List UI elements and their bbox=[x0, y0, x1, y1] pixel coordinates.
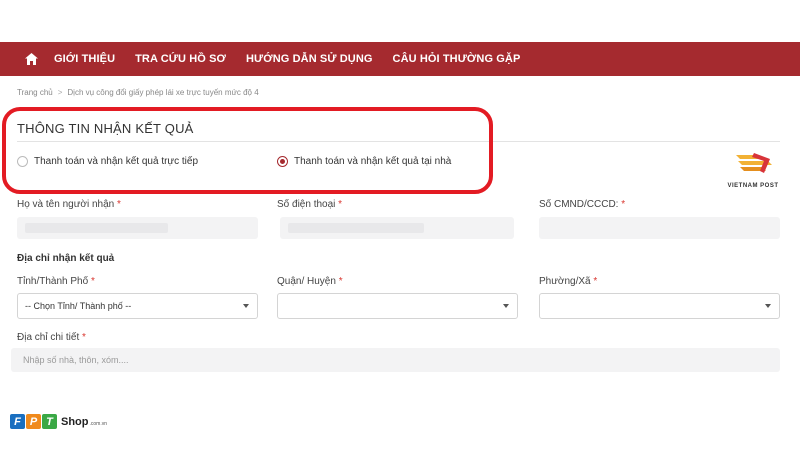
main-navbar: GIỚI THIỆU TRA CỨU HỒ SƠ HƯỚNG DẪN SỬ DỤ… bbox=[0, 42, 800, 76]
nav-item-gioi-thieu[interactable]: GIỚI THIỆU bbox=[54, 53, 115, 65]
nav-item-tra-cuu-ho-so[interactable]: TRA CỨU HỒ SƠ bbox=[135, 53, 226, 65]
district-label-text: Quận/ Huyện bbox=[277, 276, 336, 287]
nav-item-cau-hoi-thuong-gap[interactable]: CÂU HỎI THƯỜNG GẶP bbox=[393, 53, 521, 65]
address-heading: Địa chỉ nhận kết quả bbox=[17, 253, 115, 264]
ward-select[interactable] bbox=[539, 293, 780, 319]
breadcrumb: Trang chủ > Dịch vụ công đổi giấy phép lái… bbox=[17, 88, 259, 97]
id-number-input[interactable] bbox=[539, 217, 780, 239]
vietnam-post-text: VIETNAM POST bbox=[727, 183, 779, 189]
required-mark: * bbox=[338, 276, 343, 287]
required-mark: * bbox=[338, 199, 343, 210]
required-mark: * bbox=[621, 199, 626, 210]
breadcrumb-current: Dịch vụ công đổi giấy phép lái xe trực t… bbox=[67, 88, 259, 97]
required-mark: * bbox=[593, 276, 598, 287]
province-label: Tỉnh/Thành Phố * bbox=[17, 276, 95, 287]
vietnam-post-logo: VIETNAM POST bbox=[718, 151, 788, 189]
fpt-letter-p: P bbox=[26, 414, 41, 429]
district-label: Quận/ Huyện * bbox=[277, 276, 343, 287]
address-detail-input[interactable] bbox=[11, 348, 780, 372]
phone-label: Số điện thoại * bbox=[277, 199, 342, 210]
vietnam-post-emblem-icon bbox=[736, 153, 772, 173]
recipient-name-label: Họ và tên người nhận * bbox=[17, 199, 121, 210]
address-detail-label-text: Địa chỉ chi tiết bbox=[17, 332, 80, 343]
fpt-shop-text: Shop bbox=[61, 415, 89, 428]
chevron-down-icon bbox=[243, 304, 249, 308]
id-number-label: Số CMND/CCCD: * bbox=[539, 199, 625, 210]
recipient-name-input[interactable] bbox=[17, 217, 258, 239]
chevron-down-icon bbox=[503, 304, 509, 308]
breadcrumb-separator: > bbox=[57, 88, 63, 97]
ward-label-text: Phường/Xã bbox=[539, 276, 591, 287]
required-mark: * bbox=[116, 199, 121, 210]
fpt-shop-suffix: .com.vn bbox=[89, 420, 108, 427]
fpt-shop-logo: F P T Shop .com.vn bbox=[10, 414, 107, 429]
chevron-down-icon bbox=[765, 304, 771, 308]
ward-label: Phường/Xã * bbox=[539, 276, 597, 287]
home-icon[interactable] bbox=[24, 52, 38, 66]
required-mark: * bbox=[82, 332, 86, 343]
province-select[interactable]: -- Chọn Tỉnh/ Thành phố -- bbox=[17, 293, 258, 319]
district-select[interactable] bbox=[277, 293, 518, 319]
fpt-letter-t: T bbox=[42, 414, 57, 429]
top-blank-area bbox=[0, 0, 800, 42]
id-number-label-text: Số CMND/CCCD: bbox=[539, 199, 619, 210]
required-mark: * bbox=[90, 276, 95, 287]
fpt-letter-f: F bbox=[10, 414, 25, 429]
nav-item-huong-dan-su-dung[interactable]: HƯỚNG DẪN SỬ DỤNG bbox=[246, 53, 373, 65]
address-detail-label: Địa chỉ chi tiết * bbox=[17, 332, 86, 343]
highlight-annotation bbox=[2, 107, 493, 194]
bottom-watermark-area: F P T Shop .com.vn bbox=[0, 392, 800, 450]
province-label-text: Tỉnh/Thành Phố bbox=[17, 276, 89, 287]
breadcrumb-home-link[interactable]: Trang chủ bbox=[17, 88, 53, 97]
recipient-name-label-text: Họ và tên người nhận bbox=[17, 199, 115, 210]
province-select-value: -- Chọn Tỉnh/ Thành phố -- bbox=[25, 301, 132, 311]
main-content: Trang chủ > Dịch vụ công đổi giấy phép lái… bbox=[0, 76, 800, 392]
phone-label-text: Số điện thoại bbox=[277, 199, 336, 210]
phone-input[interactable] bbox=[280, 217, 514, 239]
